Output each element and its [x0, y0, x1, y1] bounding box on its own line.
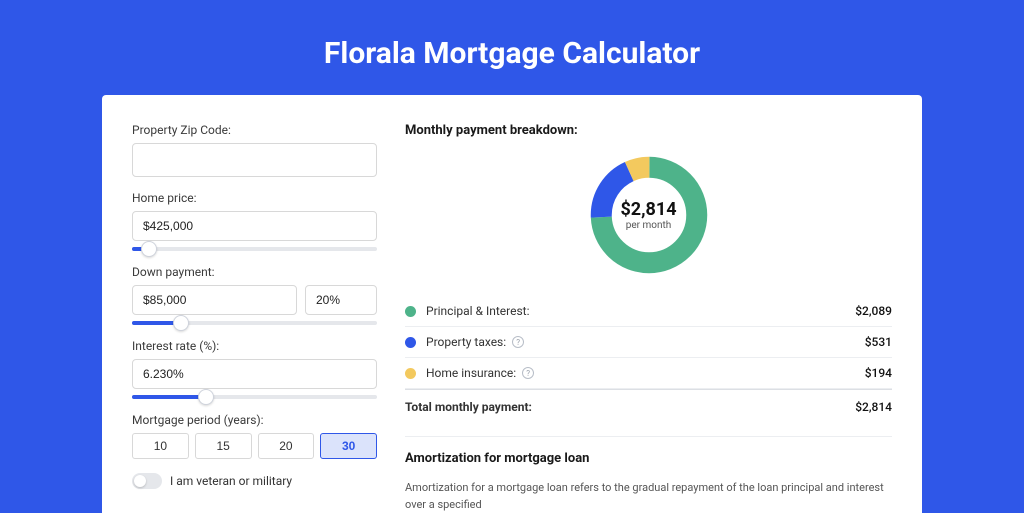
- info-icon[interactable]: ?: [512, 336, 524, 348]
- total-row: Total monthly payment: $2,814: [405, 389, 892, 422]
- home-price-input[interactable]: [132, 211, 377, 241]
- donut-sub: per month: [620, 220, 676, 231]
- donut-chart: $2,814 per month: [586, 152, 712, 278]
- down-payment-label: Down payment:: [132, 265, 377, 279]
- result-panel: Monthly payment breakdown: $2,814 per mo…: [405, 123, 892, 513]
- amortization-block: Amortization for mortgage loan Amortizat…: [405, 436, 892, 513]
- period-btn-30[interactable]: 30: [320, 433, 377, 459]
- zip-field-group: Property Zip Code:: [132, 123, 377, 177]
- period-label: Mortgage period (years):: [132, 413, 377, 427]
- home-price-slider[interactable]: [132, 247, 377, 251]
- down-payment-pct-input[interactable]: [305, 285, 377, 315]
- legend-label: Principal & Interest:: [426, 304, 855, 318]
- veteran-label: I am veteran or military: [170, 474, 292, 488]
- down-payment-input[interactable]: [132, 285, 297, 315]
- period-btn-10[interactable]: 10: [132, 433, 189, 459]
- total-value: $2,814: [855, 400, 892, 414]
- down-payment-slider[interactable]: [132, 321, 377, 325]
- amortization-text: Amortization for a mortgage loan refers …: [405, 480, 892, 513]
- period-field-group: Mortgage period (years): 10152030: [132, 413, 377, 459]
- legend-value: $531: [865, 335, 892, 349]
- veteran-toggle[interactable]: [132, 473, 162, 489]
- zip-label: Property Zip Code:: [132, 123, 377, 137]
- breakdown-title: Monthly payment breakdown:: [405, 123, 892, 138]
- home-price-field-group: Home price:: [132, 191, 377, 251]
- donut-amount: $2,814: [620, 199, 676, 220]
- down-payment-field-group: Down payment:: [132, 265, 377, 325]
- slider-thumb[interactable]: [173, 315, 189, 331]
- interest-input[interactable]: [132, 359, 377, 389]
- input-panel: Property Zip Code: Home price: Down paym…: [132, 123, 377, 513]
- amortization-title: Amortization for mortgage loan: [405, 451, 892, 466]
- legend-value: $2,089: [855, 304, 892, 318]
- period-btn-20[interactable]: 20: [258, 433, 315, 459]
- calculator-card: Property Zip Code: Home price: Down paym…: [102, 95, 922, 513]
- interest-slider[interactable]: [132, 395, 377, 399]
- legend-label: Property taxes:?: [426, 335, 865, 349]
- legend-label: Home insurance:?: [426, 366, 865, 380]
- period-btn-15[interactable]: 15: [195, 433, 252, 459]
- slider-thumb[interactable]: [198, 389, 214, 405]
- page-title: Florala Mortgage Calculator: [0, 0, 1024, 95]
- info-icon[interactable]: ?: [522, 367, 534, 379]
- legend-value: $194: [865, 366, 892, 380]
- legend-dot: [405, 337, 416, 348]
- legend-row: Property taxes:?$531: [405, 327, 892, 358]
- interest-field-group: Interest rate (%):: [132, 339, 377, 399]
- legend-row: Home insurance:?$194: [405, 358, 892, 389]
- interest-label: Interest rate (%):: [132, 339, 377, 353]
- total-label: Total monthly payment:: [405, 400, 855, 414]
- legend-dot: [405, 368, 416, 379]
- home-price-label: Home price:: [132, 191, 377, 205]
- zip-input[interactable]: [132, 143, 377, 177]
- slider-thumb[interactable]: [141, 241, 157, 257]
- legend-dot: [405, 306, 416, 317]
- veteran-toggle-row: I am veteran or military: [132, 473, 377, 489]
- legend-row: Principal & Interest:$2,089: [405, 296, 892, 327]
